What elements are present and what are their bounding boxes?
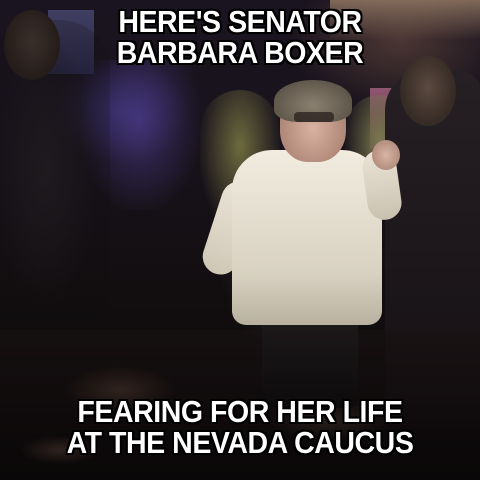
- bottom-caption-line: AT THE NEVADA CAUCUS: [66, 425, 414, 460]
- bottom-caption: FEARING FOR HER LIFE AT THE NEVADA CAUCU…: [0, 396, 480, 458]
- woman-raised-fist: [372, 140, 400, 170]
- woman-glasses: [294, 112, 334, 122]
- top-caption: HERE'S SENATOR BARBARA BOXER: [0, 6, 480, 68]
- top-caption-line: BARBARA BOXER: [116, 35, 364, 70]
- woman-white-blouse: [232, 150, 382, 325]
- top-caption-line: HERE'S SENATOR: [118, 4, 362, 39]
- meme-image: HERE'S SENATOR BARBARA BOXER FEARING FOR…: [0, 0, 480, 480]
- bottom-caption-line: FEARING FOR HER LIFE: [77, 394, 403, 429]
